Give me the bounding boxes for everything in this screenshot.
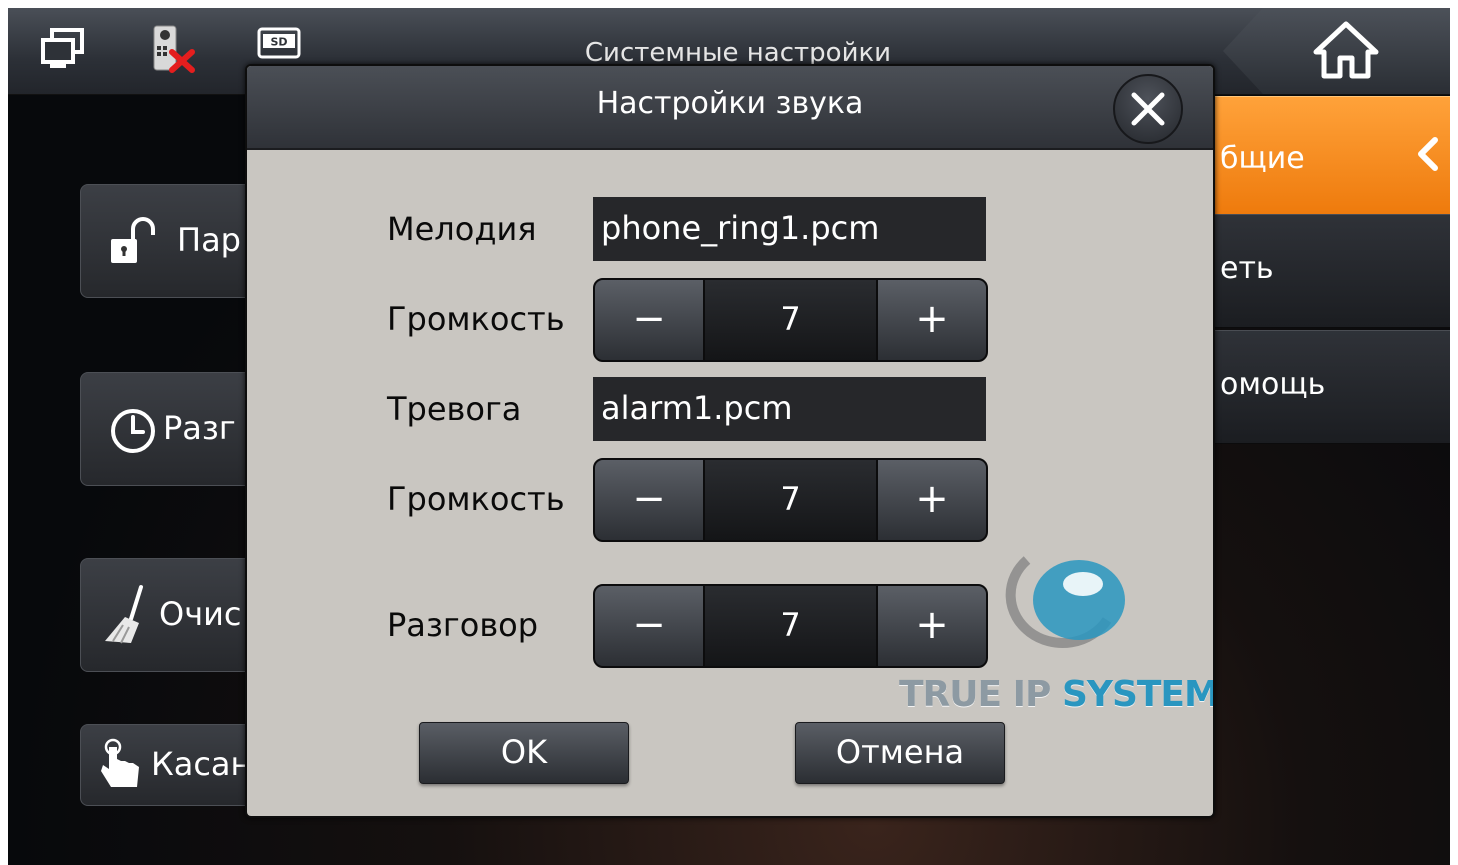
alarm-volume-increase-button[interactable]: + — [878, 460, 986, 540]
touch-icon — [101, 738, 139, 787]
clock-icon — [111, 409, 155, 453]
screen: SD Системные настройки бщие еть омощь Па… — [8, 8, 1450, 865]
alarm-volume-stepper: − 7 + — [593, 458, 988, 542]
watermark-text: TRUE IP SYSTEMS — [899, 674, 1213, 715]
menu-item-help[interactable]: омощь — [1208, 330, 1450, 444]
alarm-volume-label: Громкость — [387, 480, 565, 518]
menu-item-label: бщие — [1220, 141, 1305, 176]
alarm-volume-decrease-button[interactable]: − — [595, 460, 703, 540]
watermark-text-part2: SYSTEMS — [1061, 674, 1213, 715]
ring-volume-increase-button[interactable]: + — [878, 280, 986, 360]
clear-button-label: Очис — [159, 595, 242, 633]
menu-item-network[interactable]: еть — [1208, 214, 1450, 328]
ring-volume-value: 7 — [705, 280, 876, 360]
sd-card-icon[interactable]: SD — [256, 26, 302, 60]
watermark-logo-icon — [1005, 556, 1125, 648]
talk-volume-value: 7 — [705, 586, 876, 666]
menu-item-label: еть — [1220, 251, 1274, 286]
home-icon[interactable] — [1310, 18, 1382, 82]
sd-label: SD — [270, 36, 287, 49]
ringtone-field[interactable]: phone_ring1.pcm — [593, 197, 986, 261]
dialog-header: Настройки звука — [247, 66, 1213, 150]
close-icon — [1131, 92, 1165, 126]
ring-volume-stepper: − 7 + — [593, 278, 988, 362]
close-button[interactable] — [1113, 74, 1183, 144]
alarm-field[interactable]: alarm1.pcm — [593, 377, 986, 441]
cancel-button[interactable]: Отмена — [795, 722, 1005, 784]
ringtone-label: Мелодия — [387, 210, 537, 248]
talk-volume-decrease-button[interactable]: − — [595, 586, 703, 666]
alarm-label: Тревога — [387, 390, 522, 428]
chevron-left-icon — [1418, 137, 1438, 171]
sound-settings-dialog: Настройки звука Мелодия phone_ring1.pcm … — [245, 64, 1215, 818]
touch-button-label: Касан — [151, 745, 252, 783]
monitor-icon[interactable] — [38, 24, 88, 74]
dialog-title: Настройки звука — [596, 86, 864, 121]
alarm-volume-value: 7 — [705, 460, 876, 540]
watermark-text-part1: TRUE IP — [899, 674, 1062, 715]
talk-volume-label: Разговор — [387, 606, 539, 644]
door-station-disconnected-icon[interactable] — [148, 24, 198, 74]
talk-volume-stepper: − 7 + — [593, 584, 988, 668]
ok-button[interactable]: OK — [419, 722, 629, 784]
ring-volume-decrease-button[interactable]: − — [595, 280, 703, 360]
broom-icon — [105, 585, 143, 644]
unlock-icon — [111, 217, 155, 263]
ring-volume-label: Громкость — [387, 300, 565, 338]
talk-time-button-label: Разг — [163, 409, 236, 447]
menu-item-label: омощь — [1220, 367, 1326, 402]
talk-volume-increase-button[interactable]: + — [878, 586, 986, 666]
password-button-label: Пар — [177, 221, 241, 259]
